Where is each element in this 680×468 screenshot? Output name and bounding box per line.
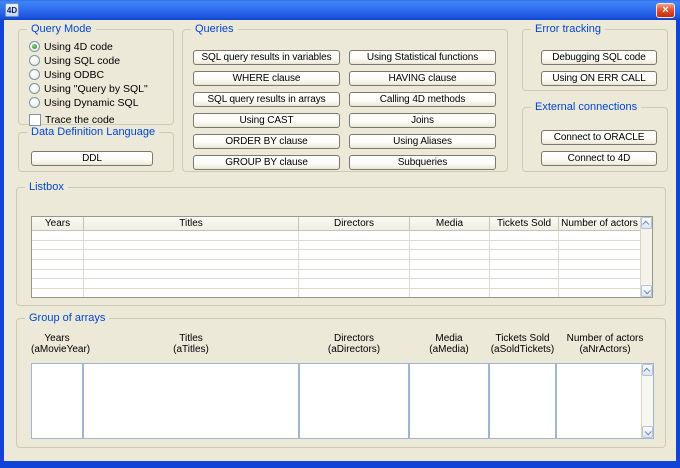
radio-using-sql-code[interactable]: Using SQL code <box>29 55 169 66</box>
listbox-label: Listbox <box>25 181 68 194</box>
listbox-table[interactable]: Years Titles Directors Media Tickets Sol… <box>31 216 653 298</box>
radio-using-4d-code[interactable]: Using 4D code <box>29 41 169 52</box>
radio-label: Using "Query by SQL" <box>44 83 148 95</box>
close-button[interactable]: × <box>656 3 675 18</box>
listbox-row[interactable] <box>32 231 640 241</box>
column-header-years[interactable]: Years <box>32 217 84 230</box>
queries-button-grid: SQL query results in variables Using Sta… <box>193 50 496 170</box>
titlebar[interactable]: 4D × <box>0 0 680 20</box>
array-label-directors: Directors (aDirectors) <box>299 333 409 355</box>
chevron-down-icon <box>645 428 652 435</box>
array-list-tickets-sold[interactable] <box>489 363 556 439</box>
connect-to-4d-button[interactable]: Connect to 4D <box>541 151 657 166</box>
btn-using-statistical-functions[interactable]: Using Statistical functions <box>349 50 496 65</box>
btn-using-aliases[interactable]: Using Aliases <box>349 134 496 149</box>
query-mode-label: Query Mode <box>27 23 96 36</box>
query-mode-group: Query Mode Using 4D code Using SQL code … <box>18 29 174 125</box>
ddl-group: Data Definition Language DDL <box>18 132 174 172</box>
using-on-err-call-button[interactable]: Using ON ERR CALL <box>541 71 657 86</box>
btn-having-clause[interactable]: HAVING clause <box>349 71 496 86</box>
listbox-row[interactable] <box>32 241 640 251</box>
column-header-number-of-actors[interactable]: Number of actors <box>559 217 640 230</box>
checkbox-label: Trace the code <box>45 114 115 126</box>
column-header-titles[interactable]: Titles <box>84 217 299 230</box>
chevron-up-icon <box>643 367 650 374</box>
chevron-down-icon <box>644 287 651 294</box>
btn-using-cast[interactable]: Using CAST <box>193 113 340 128</box>
array-label-tickets-sold: Tickets Sold (aSoldTickets) <box>489 333 556 355</box>
array-scrollbar[interactable] <box>641 364 653 438</box>
column-header-tickets-sold[interactable]: Tickets Sold <box>490 217 559 230</box>
listbox-body <box>32 231 640 297</box>
btn-group-by-clause[interactable]: GROUP BY clause <box>193 155 340 170</box>
array-label-years: Years (aMovieYear) <box>31 333 83 355</box>
listbox-group: Listbox Years Titles Directors Media Tic… <box>16 187 666 306</box>
radio-label: Using Dynamic SQL <box>44 97 139 109</box>
array-label-media: Media (aMedia) <box>409 333 489 355</box>
listbox-scrollbar[interactable] <box>640 217 652 297</box>
array-list-number-of-actors[interactable] <box>556 363 654 439</box>
scroll-down-button[interactable] <box>641 285 652 297</box>
array-label-titles: Titles (aTitles) <box>83 333 299 355</box>
radio-using-dynamic-sql[interactable]: Using Dynamic SQL <box>29 97 169 108</box>
connect-to-oracle-button[interactable]: Connect to ORACLE <box>541 130 657 145</box>
scroll-down-button[interactable] <box>642 426 653 438</box>
checkbox-trace-the-code[interactable]: Trace the code <box>29 114 169 125</box>
array-label-number-of-actors: Number of actors (aNrActors) <box>556 333 654 355</box>
btn-calling-4d-methods[interactable]: Calling 4D methods <box>349 92 496 107</box>
group-of-arrays: Group of arrays Years (aMovieYear) Title… <box>16 318 666 448</box>
btn-subqueries[interactable]: Subqueries <box>349 155 496 170</box>
client-area: Query Mode Using 4D code Using SQL code … <box>4 20 676 461</box>
error-tracking-label: Error tracking <box>531 23 605 36</box>
radio-icon <box>29 83 40 94</box>
radio-icon <box>29 55 40 66</box>
close-icon: × <box>662 5 668 16</box>
scroll-up-button[interactable] <box>641 217 652 229</box>
array-list-directors[interactable] <box>299 363 409 439</box>
listbox-row[interactable] <box>32 270 640 280</box>
btn-sql-query-results-in-arrays[interactable]: SQL query results in arrays <box>193 92 340 107</box>
query-mode-options: Using 4D code Using SQL code Using ODBC … <box>29 41 169 125</box>
column-header-media[interactable]: Media <box>410 217 490 230</box>
external-connections-label: External connections <box>531 101 641 114</box>
radio-icon <box>29 97 40 108</box>
listbox-row[interactable] <box>32 250 640 260</box>
chevron-up-icon <box>642 220 649 227</box>
column-header-directors[interactable]: Directors <box>299 217 410 230</box>
ddl-button[interactable]: DDL <box>31 151 153 166</box>
app-4d-icon: 4D <box>5 3 19 17</box>
scroll-up-button[interactable] <box>642 364 653 376</box>
queries-group: Queries SQL query results in variables U… <box>182 29 508 172</box>
btn-joins[interactable]: Joins <box>349 113 496 128</box>
radio-label: Using SQL code <box>44 55 120 67</box>
checkbox-icon <box>29 114 41 126</box>
radio-selected-icon <box>29 41 40 52</box>
btn-order-by-clause[interactable]: ORDER BY clause <box>193 134 340 149</box>
array-list-titles[interactable] <box>83 363 299 439</box>
radio-using-query-by-sql[interactable]: Using "Query by SQL" <box>29 83 169 94</box>
radio-label: Using ODBC <box>44 69 104 81</box>
radio-icon <box>29 69 40 80</box>
debugging-sql-code-button[interactable]: Debugging SQL code <box>541 50 657 65</box>
listbox-row[interactable] <box>32 279 640 289</box>
app-window: 4D × Query Mode Using 4D code Using SQL … <box>0 0 680 468</box>
array-list-years[interactable] <box>31 363 83 439</box>
btn-where-clause[interactable]: WHERE clause <box>193 71 340 86</box>
external-connections-group: External connections Connect to ORACLE C… <box>522 107 668 172</box>
ddl-group-label: Data Definition Language <box>27 126 159 139</box>
array-list-media[interactable] <box>409 363 489 439</box>
listbox-header: Years Titles Directors Media Tickets Sol… <box>32 217 652 231</box>
btn-sql-query-results-in-variables[interactable]: SQL query results in variables <box>193 50 340 65</box>
radio-label: Using 4D code <box>44 41 113 53</box>
error-tracking-group: Error tracking Debugging SQL code Using … <box>522 29 668 91</box>
group-of-arrays-label: Group of arrays <box>25 312 109 325</box>
listbox-row[interactable] <box>32 260 640 270</box>
radio-using-odbc[interactable]: Using ODBC <box>29 69 169 80</box>
queries-label: Queries <box>191 23 238 36</box>
listbox-row[interactable] <box>32 289 640 297</box>
